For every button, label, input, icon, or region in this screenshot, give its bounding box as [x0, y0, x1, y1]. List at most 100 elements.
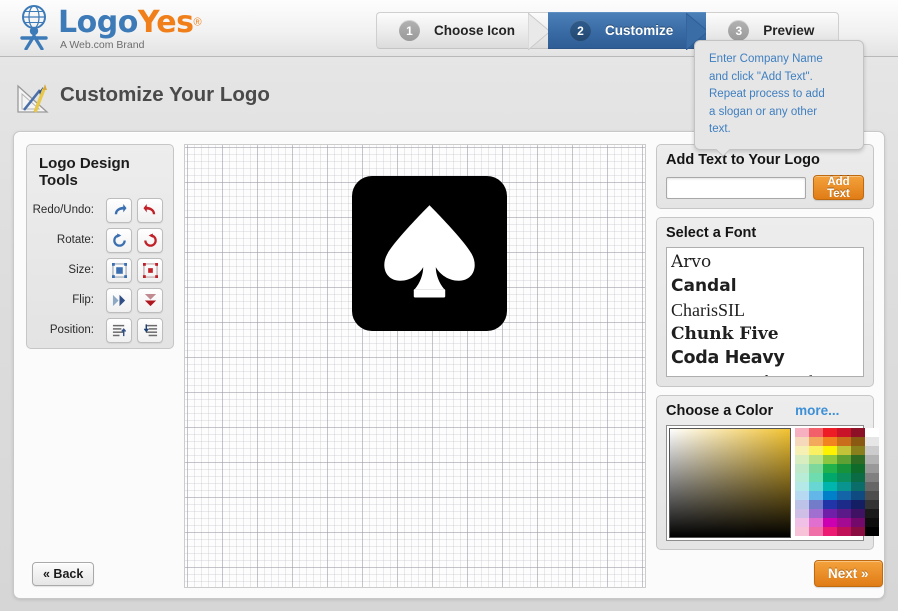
rotate-right-button[interactable] [106, 227, 132, 253]
flip-vertical-button[interactable] [137, 287, 163, 313]
color-gradient-field[interactable] [669, 428, 791, 538]
rotate-left-button[interactable] [137, 227, 163, 253]
color-swatch[interactable] [851, 473, 865, 482]
add-text-button[interactable]: Add Text [813, 175, 864, 200]
color-swatch[interactable] [809, 482, 823, 491]
color-swatch[interactable] [795, 455, 809, 464]
color-swatch[interactable] [809, 455, 823, 464]
color-swatch[interactable] [823, 455, 837, 464]
step-customize[interactable]: 2 Customize [548, 12, 709, 50]
color-swatch[interactable] [837, 437, 851, 446]
color-swatch[interactable] [865, 527, 879, 536]
color-swatch[interactable] [823, 437, 837, 446]
logo-preview-tile[interactable] [352, 176, 507, 331]
color-swatch[interactable] [837, 446, 851, 455]
color-swatch[interactable] [795, 500, 809, 509]
color-swatch-grid[interactable] [795, 428, 879, 538]
font-option-chunk-five[interactable]: Chunk Five [671, 322, 863, 346]
color-swatch[interactable] [851, 491, 865, 500]
color-swatch[interactable] [795, 428, 809, 437]
color-swatch[interactable] [823, 509, 837, 518]
color-swatch[interactable] [823, 491, 837, 500]
color-swatch[interactable] [823, 482, 837, 491]
color-swatch[interactable] [865, 464, 879, 473]
font-option-candal[interactable]: Candal [671, 274, 863, 298]
color-swatch[interactable] [809, 464, 823, 473]
align-up-button[interactable] [106, 317, 132, 343]
color-swatch[interactable] [837, 455, 851, 464]
color-swatch[interactable] [809, 500, 823, 509]
color-swatch[interactable] [795, 482, 809, 491]
back-button[interactable]: « Back [32, 562, 95, 586]
undo-button[interactable] [137, 197, 163, 223]
color-swatch[interactable] [865, 455, 879, 464]
brand-logo[interactable]: LogoYes® A Web.com Brand [14, 4, 202, 52]
color-swatch[interactable] [865, 509, 879, 518]
color-swatch[interactable] [809, 518, 823, 527]
color-swatch[interactable] [823, 464, 837, 473]
color-swatch[interactable] [851, 464, 865, 473]
next-button[interactable]: Next » [814, 560, 883, 587]
color-swatch[interactable] [809, 437, 823, 446]
color-swatch[interactable] [809, 527, 823, 536]
color-swatch[interactable] [851, 500, 865, 509]
color-swatch[interactable] [823, 446, 837, 455]
color-swatch[interactable] [851, 446, 865, 455]
color-swatch[interactable] [795, 527, 809, 536]
color-swatch[interactable] [837, 518, 851, 527]
logo-canvas[interactable] [184, 144, 646, 588]
color-swatch[interactable] [837, 473, 851, 482]
color-swatch[interactable] [837, 491, 851, 500]
font-option-arvo[interactable]: Arvo [671, 250, 863, 274]
color-swatch[interactable] [837, 428, 851, 437]
font-option-coda-heavy[interactable]: Coda Heavy [671, 346, 863, 370]
redo-button[interactable] [106, 197, 132, 223]
color-swatch[interactable] [851, 482, 865, 491]
font-option-eb-garamond[interactable]: EB Garamond Regular [671, 370, 863, 376]
size-increase-button[interactable] [106, 257, 132, 283]
color-swatch[interactable] [823, 428, 837, 437]
color-swatch[interactable] [851, 527, 865, 536]
size-decrease-button[interactable] [137, 257, 163, 283]
color-swatch[interactable] [837, 482, 851, 491]
color-swatch[interactable] [865, 500, 879, 509]
color-swatch[interactable] [865, 518, 879, 527]
color-swatch[interactable] [865, 428, 879, 437]
color-swatch[interactable] [837, 509, 851, 518]
color-swatch[interactable] [809, 473, 823, 482]
color-swatch[interactable] [851, 509, 865, 518]
color-swatch[interactable] [851, 518, 865, 527]
color-swatch[interactable] [795, 491, 809, 500]
color-swatch[interactable] [795, 473, 809, 482]
color-swatch[interactable] [865, 473, 879, 482]
color-swatch[interactable] [809, 491, 823, 500]
color-swatch[interactable] [795, 437, 809, 446]
color-swatch[interactable] [851, 455, 865, 464]
color-swatch[interactable] [837, 527, 851, 536]
color-swatch[interactable] [795, 446, 809, 455]
color-swatch[interactable] [851, 428, 865, 437]
color-swatch[interactable] [823, 500, 837, 509]
color-swatch[interactable] [809, 446, 823, 455]
company-name-input[interactable] [666, 176, 806, 199]
color-swatch[interactable] [823, 518, 837, 527]
more-colors-link[interactable]: more... [795, 403, 839, 418]
color-swatch[interactable] [795, 518, 809, 527]
color-swatch[interactable] [865, 446, 879, 455]
align-down-button[interactable] [137, 317, 163, 343]
color-swatch[interactable] [837, 464, 851, 473]
color-swatch[interactable] [809, 509, 823, 518]
font-option-charissil[interactable]: CharisSIL [671, 298, 863, 322]
color-swatch[interactable] [865, 437, 879, 446]
color-swatch[interactable] [809, 428, 823, 437]
flip-horizontal-button[interactable] [106, 287, 132, 313]
color-swatch[interactable] [823, 527, 837, 536]
step-choose-icon[interactable]: 1 Choose Icon [376, 12, 551, 50]
color-swatch[interactable] [823, 473, 837, 482]
color-swatch[interactable] [865, 491, 879, 500]
color-swatch[interactable] [795, 509, 809, 518]
color-swatch[interactable] [851, 437, 865, 446]
color-swatch[interactable] [795, 464, 809, 473]
color-swatch[interactable] [865, 482, 879, 491]
font-list[interactable]: Arvo Candal CharisSIL Chunk Five Coda He… [666, 247, 864, 377]
